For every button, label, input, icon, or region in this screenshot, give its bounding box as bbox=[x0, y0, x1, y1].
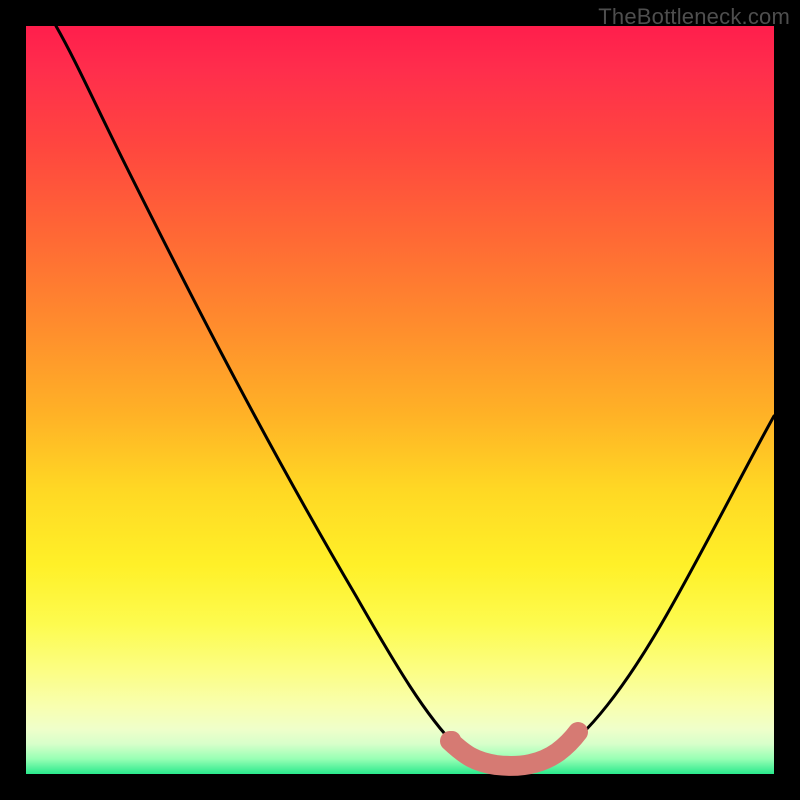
chart-frame: TheBottleneck.com bbox=[0, 0, 800, 800]
watermark-text: TheBottleneck.com bbox=[598, 4, 790, 30]
curve-layer bbox=[26, 26, 774, 774]
bottleneck-curve bbox=[56, 26, 774, 767]
highlight-dot bbox=[443, 731, 461, 749]
valley-highlight bbox=[450, 732, 578, 766]
plot-area bbox=[26, 26, 774, 774]
